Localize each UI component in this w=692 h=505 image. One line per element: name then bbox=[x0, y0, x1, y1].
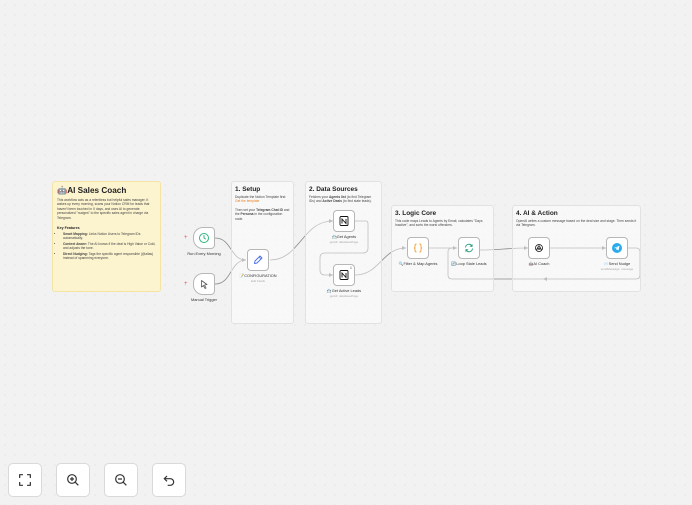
notion-icon bbox=[339, 270, 349, 280]
section-title: 2. Data Sources bbox=[309, 186, 358, 193]
section-text: Duplicate the Notion Template first: Get… bbox=[235, 195, 287, 204]
undo-icon bbox=[163, 475, 175, 486]
node-label: Run Every Morning bbox=[187, 251, 221, 256]
node-sublabel: sendMessage: message bbox=[600, 267, 634, 271]
notion-icon bbox=[339, 216, 349, 226]
sticky-features-heading: Key Features bbox=[57, 226, 80, 231]
feature-item: Context Aware: The AI knows if the deal … bbox=[63, 242, 156, 251]
feature-item: Smart Mapping: Links Notion Users to Tel… bbox=[63, 232, 156, 241]
fit-view-icon bbox=[19, 474, 31, 486]
node-label: 📝CONFIGURATION bbox=[239, 273, 277, 278]
node-configuration[interactable] bbox=[247, 249, 269, 271]
code-braces-icon bbox=[413, 243, 423, 253]
template-link[interactable]: Get the template bbox=[235, 199, 259, 203]
telegram-icon bbox=[612, 243, 622, 253]
sticky-note-ai-sales-coach[interactable]: 🤖AI Sales Coach This workflow acts as a … bbox=[52, 181, 161, 292]
node-get-agents[interactable] bbox=[333, 210, 355, 232]
undo-button[interactable] bbox=[152, 463, 186, 497]
node-run-count-badge: 1 bbox=[350, 266, 352, 270]
section-text: Fetches your Agents list (to find Telegr… bbox=[309, 195, 372, 204]
sticky-features-list: Smart Mapping: Links Notion Users to Tel… bbox=[57, 232, 156, 260]
clock-icon bbox=[199, 233, 209, 243]
node-label: 📇Get Agents bbox=[331, 234, 357, 239]
section-text: This code maps Leads to Agents by Email,… bbox=[395, 219, 483, 228]
zoom-in-icon bbox=[67, 474, 79, 486]
fit-view-button[interactable] bbox=[8, 463, 42, 497]
node-label: 🔄Loop Stale Leads bbox=[451, 261, 487, 266]
node-sublabel: getAll: databasePage bbox=[329, 294, 359, 298]
section-text: OpenAI writes a custom message based on … bbox=[516, 219, 637, 228]
node-run-every-morning[interactable] bbox=[193, 227, 215, 249]
zoom-out-button[interactable] bbox=[104, 463, 138, 497]
node-label: 📇Get Active Leads bbox=[326, 288, 362, 293]
openai-icon bbox=[535, 244, 543, 252]
section-title: 3. Logic Core bbox=[395, 210, 437, 217]
node-filter-map-agents[interactable] bbox=[407, 237, 429, 259]
section-text: Then set your Telegram Chat ID and the P… bbox=[235, 207, 290, 221]
sticky-title: 🤖AI Sales Coach bbox=[57, 186, 127, 195]
node-sublabel: Edit Fields bbox=[250, 279, 265, 283]
node-label: 📨Send Nudge bbox=[603, 261, 631, 266]
loop-arrows-icon bbox=[465, 243, 473, 253]
sticky-intro: This workflow acts as a relentless but h… bbox=[57, 198, 150, 220]
cursor-click-icon bbox=[201, 280, 208, 289]
node-ai-coach[interactable] bbox=[528, 237, 550, 259]
node-label: 🤖AI Coach bbox=[528, 261, 550, 266]
section-title: 1. Setup bbox=[235, 186, 261, 193]
pencil-icon bbox=[254, 255, 263, 264]
node-send-nudge[interactable] bbox=[606, 237, 628, 259]
node-sublabel: getAll: databasePage bbox=[329, 240, 359, 244]
feature-item: Direct Nudging: Tags the specific agent … bbox=[63, 252, 156, 261]
svg-text:+: + bbox=[184, 281, 188, 287]
svg-text:+: + bbox=[184, 235, 188, 241]
node-manual-trigger[interactable] bbox=[193, 273, 215, 295]
node-loop-stale-leads[interactable] bbox=[458, 237, 480, 259]
zoom-out-icon bbox=[115, 474, 127, 486]
zoom-in-button[interactable] bbox=[56, 463, 90, 497]
sticky-section-data-sources[interactable]: 2. Data Sources Fetches your Agents list… bbox=[305, 181, 382, 324]
node-label: Manual Trigger bbox=[191, 297, 217, 302]
section-title: 4. AI & Action bbox=[516, 210, 558, 217]
